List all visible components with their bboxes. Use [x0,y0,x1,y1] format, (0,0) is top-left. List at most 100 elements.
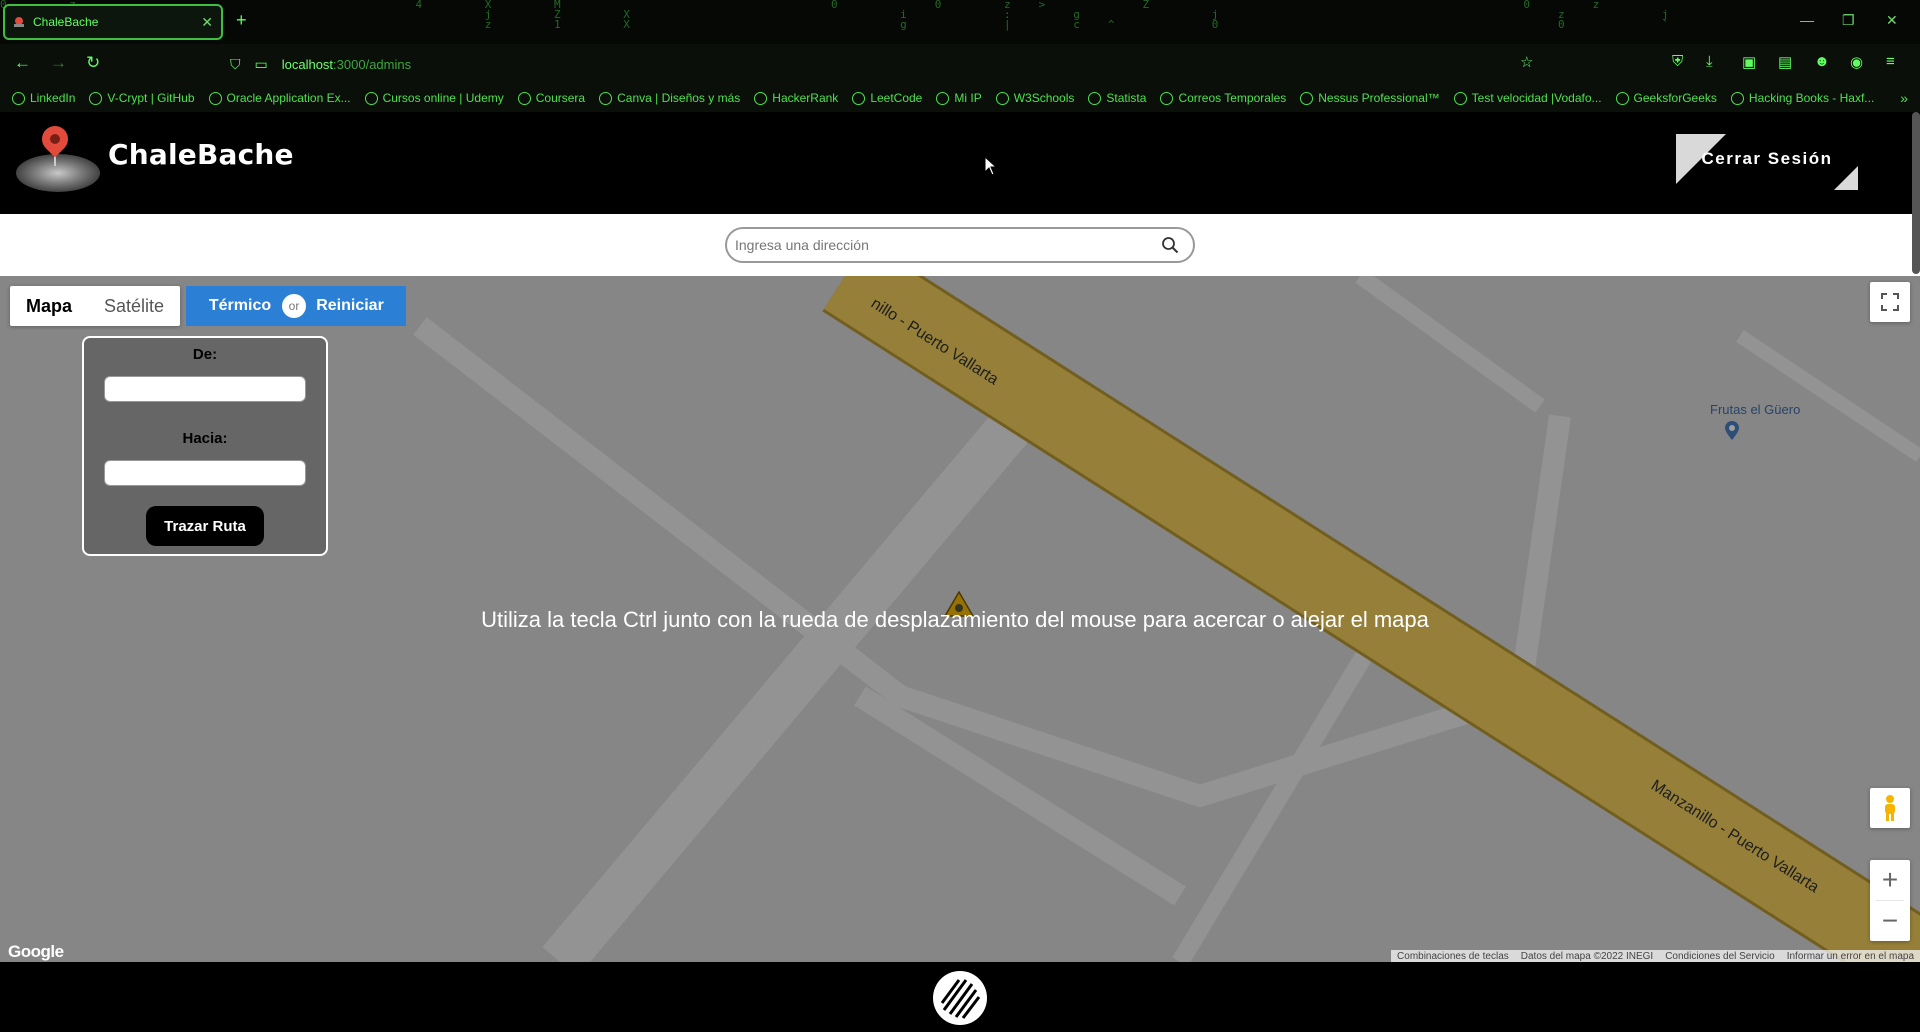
logout-label: Cerrar Sesión [1701,149,1833,168]
linkedin-icon [12,91,25,105]
map-type-map[interactable]: Mapa [10,286,88,326]
bookmark-item[interactable]: HackerRank [754,91,838,105]
reload-icon[interactable]: ↻ [86,53,100,73]
to-label: Hacia: [182,430,228,447]
minimize-icon[interactable]: — [1800,12,1814,28]
bookmark-label: Hacking Books - Haxf... [1748,91,1875,105]
google-logo[interactable]: Google [8,942,64,962]
bookmark-item[interactable]: Nessus Professional™ [1300,91,1440,105]
bookmark-item[interactable]: GeeksforGeeks [1615,91,1717,105]
matrix-theme-background: 0 z 4 X M 0 0 z> Z 0 z 4 X M 0 0 z> Z z … [0,0,1697,31]
or-badge: or [282,294,306,318]
forward-icon[interactable]: → [50,53,67,73]
globe-icon [1300,91,1314,105]
bookmark-label: W3Schools [1013,91,1075,105]
vodafone-icon [1453,91,1467,105]
bookmarks-overflow-icon[interactable]: » [1900,90,1908,106]
address-bar[interactable]: ⛉ ▭ localhost:3000/admins [230,48,1550,80]
address-search-input[interactable] [735,237,1161,253]
map-type-control: Mapa Satélite [10,286,181,326]
map-data-text: Datos del mapa ©2022 INEGI [1520,951,1654,962]
bookmark-label: Coursera [535,91,586,105]
globe-icon [852,91,866,105]
zoom-in-button[interactable]: + [1870,860,1910,900]
bookmark-label: Nessus Professional™ [1318,91,1440,105]
bookmark-item[interactable]: Coursera [517,91,586,105]
extension-icon[interactable]: ▣ [1742,53,1756,71]
reset-button[interactable]: Reiniciar [294,286,406,326]
bookmark-label: Cursos online | Udemy [382,91,504,105]
from-input[interactable] [104,376,306,402]
browser-tab-bar: 0 z 4 X M 0 0 z> Z 0 z 4 X M 0 0 z> Z z … [0,0,1920,44]
logout-button[interactable]: Cerrar Sesión [1676,134,1858,190]
bookmark-label: LeetCode [870,91,923,105]
extension-icon[interactable]: ▤ [1778,53,1792,71]
bookmark-item[interactable]: W3Schools [995,91,1075,105]
bookmark-item[interactable]: Mi IP [936,91,982,105]
bookmark-item[interactable]: LinkedIn [12,91,75,105]
trace-route-button[interactable]: Trazar Ruta [146,506,264,546]
globe-icon [936,91,950,105]
thermal-button[interactable]: Térmico [186,286,294,326]
bookmark-item[interactable]: Correos Temporales [1160,91,1286,105]
app-footer [0,962,1920,1032]
bookmark-item[interactable]: Statista [1088,91,1146,105]
map-canvas[interactable]: nillo - Puerto Vallarta Manzanillo - Pue… [0,276,1920,962]
github-icon [89,91,103,105]
zoom-out-button[interactable]: − [1870,901,1910,941]
globe-icon [754,91,768,105]
mouse-cursor-icon [984,156,998,176]
bookmark-item[interactable]: Cursos online | Udemy [364,91,504,105]
back-icon[interactable]: ← [14,53,31,73]
new-tab-button[interactable]: + [236,10,247,31]
shield-icon: ⛉ [230,55,241,72]
globe-icon [1160,91,1174,105]
map-attribution: Combinaciones de teclas Datos del mapa ©… [1391,950,1920,962]
close-window-icon[interactable]: ✕ [1886,12,1898,29]
tab-title: ChaleBache [33,15,99,29]
fullscreen-icon[interactable] [1870,282,1910,322]
pocket-icon[interactable]: ⛨ [1672,53,1683,70]
bookmark-item[interactable]: V-Crypt | GitHub [89,91,195,105]
bookmark-label: Test velocidad |Vodafo... [1471,91,1602,105]
app-favicon-icon [14,17,24,27]
route-panel: De: Hacia: Trazar Ruta [82,336,328,556]
bookmark-label: Oracle Application Ex... [226,91,351,105]
bookmark-label: HackerRank [772,91,839,105]
url-host: localhost [281,56,334,72]
extension-icon[interactable]: ☻ [1814,53,1830,70]
bookmark-item[interactable]: Hacking Books - Haxf... [1730,91,1875,105]
address-search [725,227,1195,263]
heatmap-button-group: Térmico Reiniciar or [186,286,406,326]
globe-icon [517,91,531,105]
download-icon[interactable]: ⤓ [1706,53,1713,70]
globe-icon [1615,91,1629,105]
report-error-link[interactable]: Informar un error en el mapa [1781,950,1920,962]
active-tab[interactable]: ChaleBache ✕ [3,4,223,40]
bookmark-star-icon[interactable]: ☆ [1520,53,1533,71]
bookmark-item[interactable]: Canva | Diseños y más [599,91,740,105]
terms-link[interactable]: Condiciones del Servicio [1659,950,1781,962]
browser-nav-bar: ← → ↻ ⛉ ▭ localhost:3000/admins ☆ ⛨ ⤓ ▣ … [0,44,1920,84]
bookmarks-bar: LinkedIn V-Crypt | GitHub Oracle Applicati… [0,84,1920,112]
pothole-icon [16,154,100,192]
search-icon[interactable] [1161,236,1179,254]
keyboard-shortcuts-link[interactable]: Combinaciones de teclas [1391,950,1515,962]
bookmark-item[interactable]: LeetCode [852,91,922,105]
menu-icon[interactable]: ≡ [1886,53,1895,70]
from-label: De: [192,346,218,363]
w3schools-icon [995,91,1009,105]
tab-close-icon[interactable]: ✕ [201,14,213,31]
to-input[interactable] [104,460,306,486]
extension-icon[interactable]: ◉ [1850,53,1863,71]
map-pin-icon [36,120,74,158]
url-path: :3000/admins [333,56,412,72]
page-scrollbar[interactable] [1912,112,1920,274]
pegman-icon[interactable] [1870,788,1910,828]
bookmark-item[interactable]: Test velocidad |Vodafo... [1453,91,1602,105]
map-type-satellite[interactable]: Satélite [88,286,180,326]
map-zoom-hint: Utiliza la tecla Ctrl junto con la rueda… [481,607,1429,632]
bookmark-item[interactable]: Oracle Application Ex... [208,91,351,105]
app-logo[interactable] [12,120,100,200]
restore-icon[interactable]: ❐ [1842,12,1855,29]
